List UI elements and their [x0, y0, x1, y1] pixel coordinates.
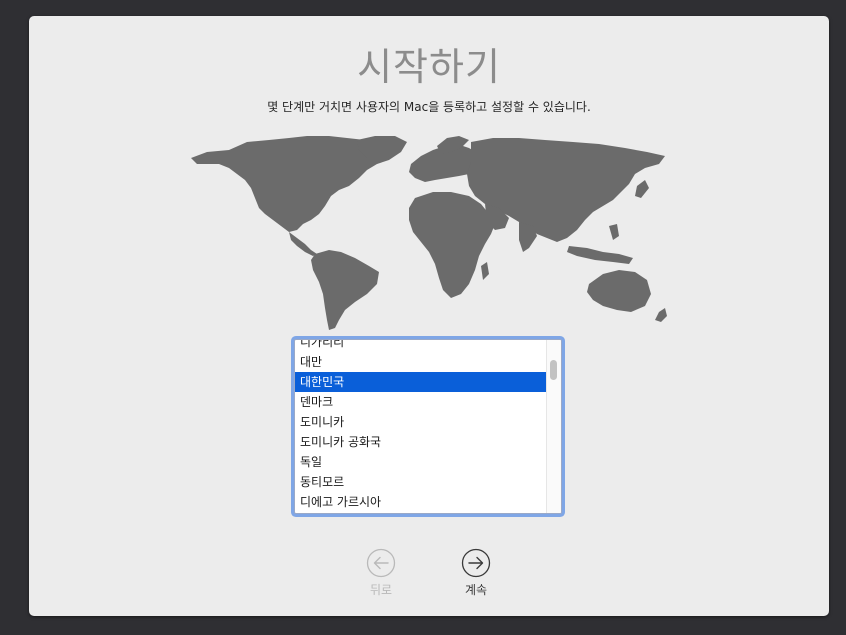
africa-shape	[409, 192, 495, 298]
list-item[interactable]: 동티모르	[295, 472, 547, 492]
country-list-items: 디가리리 대만 대한민국 덴마크 도미니카 도미니카 공화국 독일 동티모르 디…	[295, 340, 547, 512]
list-item[interactable]: 대만	[295, 352, 547, 372]
australia-shape	[587, 270, 651, 312]
philippines-shape	[609, 224, 619, 240]
list-item[interactable]: 디에고 가르시아	[295, 492, 547, 512]
list-item[interactable]: 독일	[295, 452, 547, 472]
page-subtitle: 몇 단계만 거치면 사용자의 Mac을 등록하고 설정할 수 있습니다.	[267, 100, 591, 114]
list-item[interactable]: 디가리리	[295, 340, 547, 352]
back-label: 뒤로	[369, 583, 393, 597]
south-america-shape	[311, 250, 379, 330]
country-list[interactable]: 디가리리 대만 대한민국 덴마크 도미니카 도미니카 공화국 독일 동티모르 디…	[294, 339, 562, 514]
arrow-left-circle-icon	[366, 548, 396, 578]
list-item[interactable]: 도미니카	[295, 412, 547, 432]
list-item-selected[interactable]: 대한민국	[295, 372, 547, 392]
page-title: 시작하기	[357, 45, 501, 89]
list-scrollbar[interactable]	[546, 340, 561, 513]
madagascar-shape	[481, 262, 489, 280]
japan-shape	[635, 180, 649, 198]
arrow-right-circle-icon	[461, 548, 491, 578]
list-item[interactable]: 도미니카 공화국	[295, 432, 547, 452]
list-item[interactable]: 덴마크	[295, 392, 547, 412]
scrollbar-thumb[interactable]	[550, 360, 557, 380]
continue-label: 계속	[464, 583, 488, 597]
back-button[interactable]: 뒤로	[351, 548, 411, 598]
indonesia-shape	[567, 246, 633, 264]
new-zealand-shape	[655, 308, 667, 322]
central-america-shape	[289, 232, 317, 256]
setup-assistant-window: 시작하기 몇 단계만 거치면 사용자의 Mac을 등록하고 설정할 수 있습니다…	[29, 16, 829, 616]
world-map-image	[191, 136, 667, 330]
continue-button[interactable]: 계속	[446, 548, 506, 598]
